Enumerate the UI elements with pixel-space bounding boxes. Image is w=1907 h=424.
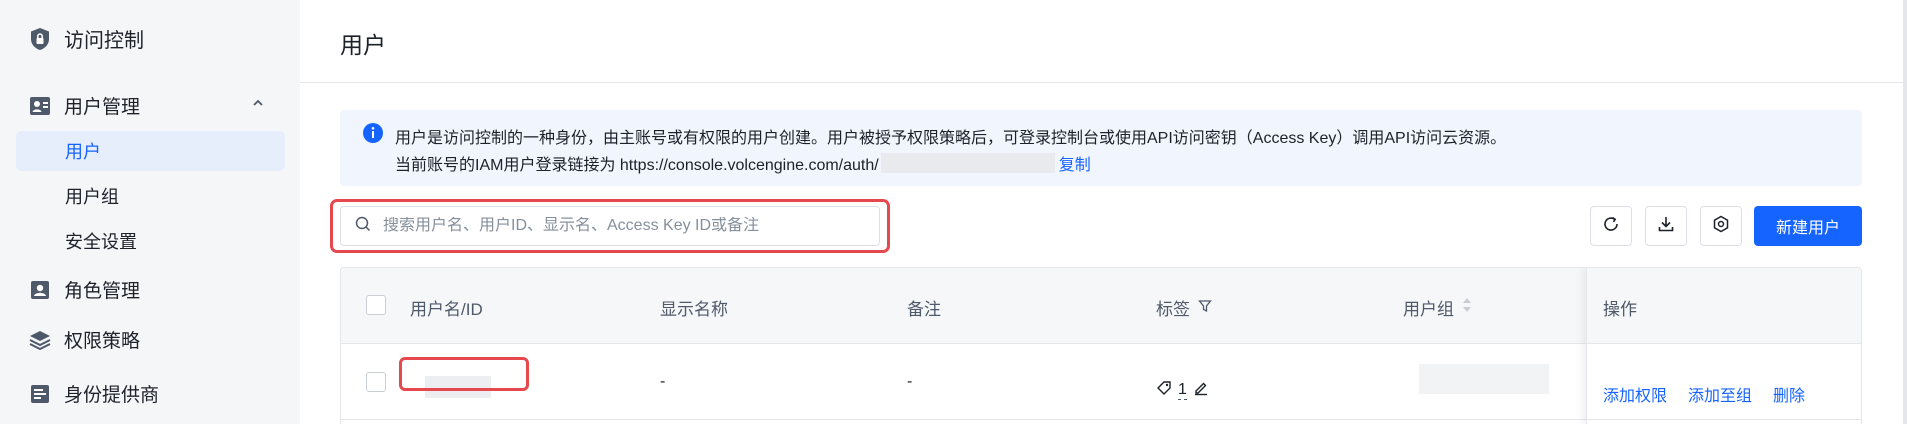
sidebar-group-label: 角色管理 (64, 281, 141, 302)
row-highlight (399, 357, 529, 391)
sidebar-item-security-settings[interactable]: 安全设置 (16, 221, 285, 261)
search-input[interactable] (383, 217, 863, 235)
refresh-button[interactable] (1590, 206, 1632, 246)
column-label: 显示名称 (660, 300, 728, 319)
create-user-button[interactable]: 新建用户 (1754, 206, 1862, 246)
tag-cell: 1 (1156, 380, 1209, 401)
sidebar-group-policies[interactable]: 权限策略 (28, 326, 278, 353)
page-title: 用户 (340, 32, 386, 58)
copy-link[interactable]: 复制 (1059, 151, 1091, 175)
divider (300, 82, 1907, 83)
sort-icon[interactable] (1462, 297, 1472, 318)
chevron-up-icon[interactable] (252, 96, 264, 114)
column-header-display-name: 显示名称 (660, 295, 728, 320)
sidebar: 访问控制 用户管理 用户 用户组 安全设置 角色管理 权限策略 身份提供商 (0, 0, 300, 424)
column-header-remark: 备注 (907, 295, 941, 320)
column-label: 操作 (1603, 300, 1637, 319)
add-permission-link[interactable]: 添加权限 (1603, 382, 1667, 406)
ops-row: 添加权限 添加至组 删除 (1587, 344, 1861, 420)
column-header-username: 用户名/ID (410, 295, 483, 320)
remark-cell: - (907, 373, 913, 390)
sidebar-group-label: 身份提供商 (64, 385, 160, 406)
login-link-line: 当前账号的IAM用户登录链接为 https://console.volcengi… (395, 151, 1091, 175)
id-provider-icon (28, 382, 52, 406)
info-text: 用户是访问控制的一种身份，由主账号或有权限的用户创建。用户被授予权限策略后，可登… (395, 130, 1507, 147)
main-content: 用户 用户是访问控制的一种身份，由主账号或有权限的用户创建。用户被授予权限策略后… (300, 0, 1907, 424)
sidebar-item-users[interactable]: 用户 (16, 131, 285, 171)
edit-icon[interactable] (1193, 380, 1209, 401)
tag-count[interactable]: 1 (1178, 381, 1187, 400)
column-header-group: 用户组 (1403, 295, 1472, 320)
search-field[interactable] (340, 206, 880, 246)
sidebar-group-label: 用户管理 (64, 97, 141, 118)
sidebar-group-role-management[interactable]: 角色管理 (28, 276, 278, 303)
redacted-account-id (880, 153, 1055, 173)
role-icon (28, 278, 52, 302)
column-label: 用户名/ID (410, 300, 483, 319)
layers-icon (28, 328, 52, 352)
column-header-ops: 操作 (1603, 295, 1637, 320)
column-label: 用户组 (1403, 300, 1454, 319)
download-icon (1657, 215, 1675, 238)
sidebar-group-label: 权限策略 (64, 331, 141, 352)
tag-icon (1156, 380, 1172, 401)
refresh-icon (1602, 215, 1620, 238)
user-manage-icon (28, 94, 52, 118)
gear-icon (1712, 215, 1730, 238)
filter-icon[interactable] (1198, 298, 1212, 318)
column-header-tags: 标签 (1156, 295, 1212, 320)
column-label: 备注 (907, 300, 941, 319)
redacted-group (1419, 364, 1549, 394)
settings-button[interactable] (1700, 206, 1742, 246)
select-all-checkbox[interactable] (366, 295, 386, 315)
search-icon (355, 216, 371, 237)
ops-column: 操作 添加权限 添加至组 删除 (1586, 268, 1861, 424)
add-to-group-link[interactable]: 添加至组 (1688, 382, 1752, 406)
display-name-cell: - (660, 373, 666, 390)
sidebar-header-access-control[interactable]: 访问控制 (28, 24, 144, 53)
sidebar-header-label: 访问控制 (64, 30, 144, 52)
download-button[interactable] (1645, 206, 1687, 246)
shield-lock-icon (28, 27, 52, 51)
sidebar-group-user-management[interactable]: 用户管理 (28, 92, 278, 119)
sidebar-group-identity-providers[interactable]: 身份提供商 (28, 380, 278, 407)
info-icon (362, 122, 384, 149)
info-banner: 用户是访问控制的一种身份，由主账号或有权限的用户创建。用户被授予权限策略后，可登… (340, 110, 1862, 186)
scrollbar[interactable] (1903, 0, 1907, 424)
delete-link[interactable]: 删除 (1773, 382, 1805, 406)
row-checkbox[interactable] (366, 372, 386, 392)
login-link-text: 当前账号的IAM用户登录链接为 https://console.volcengi… (395, 157, 879, 174)
column-label: 标签 (1156, 300, 1190, 319)
sidebar-item-user-groups[interactable]: 用户组 (16, 176, 285, 216)
users-table: 用户名/ID 显示名称 备注 标签 用户组 - - 1 操作 添加权限 添加至组… (340, 267, 1862, 424)
